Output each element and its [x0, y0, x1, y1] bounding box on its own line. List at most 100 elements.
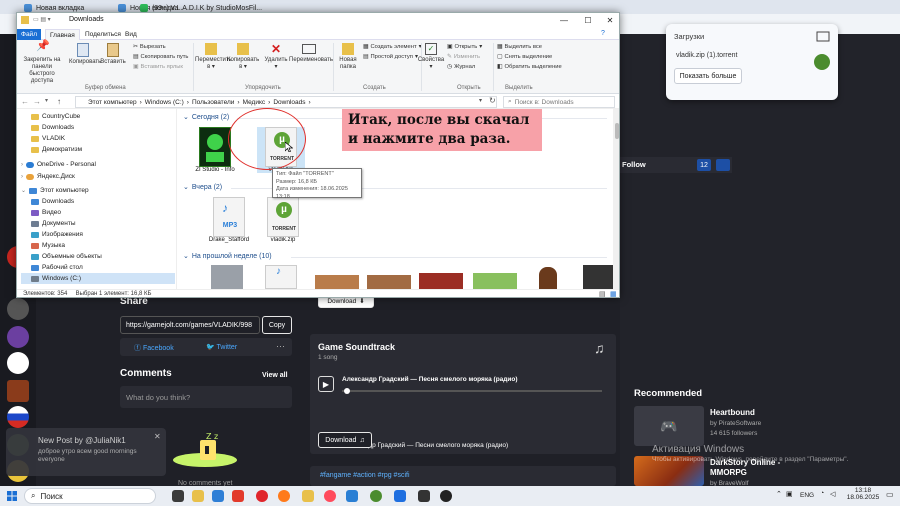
facebook-share-link[interactable]: ⓕ Facebook	[134, 343, 174, 353]
store-taskbar-icon[interactable]	[212, 490, 224, 502]
file-item[interactable]: µ TORRENT vladik.zip	[259, 197, 307, 243]
forward-arrow-icon[interactable]: →	[33, 97, 41, 106]
mp3-file-icon[interactable]: ♪	[265, 265, 297, 289]
follow-bar[interactable]: Follow 12	[620, 157, 732, 173]
properties-button[interactable]: ✓ Свойства ▾	[417, 43, 445, 71]
task-view-icon[interactable]	[172, 490, 184, 502]
opera-gx-taskbar-icon[interactable]	[324, 490, 336, 502]
large-icons-view-icon[interactable]: ▦	[610, 290, 617, 297]
invert-selection-button[interactable]: ◧ Обратить выделение	[497, 64, 562, 70]
tab-share[interactable]: Поделиться	[81, 29, 125, 40]
copy-button[interactable]: Copy	[262, 316, 292, 334]
easy-access-button[interactable]: ▤ Простой доступ ▾	[363, 54, 418, 60]
recent-dropdown-icon[interactable]: ▾	[45, 97, 48, 104]
edit-button[interactable]: ✎ Изменить	[447, 54, 480, 60]
file-thumbnail[interactable]	[419, 273, 463, 289]
app-taskbar-icon[interactable]	[394, 490, 406, 502]
nav-item-onedrive[interactable]: › OneDrive - Personal	[21, 159, 96, 170]
up-arrow-icon[interactable]: ↑	[57, 97, 61, 106]
vertical-scrollbar[interactable]	[613, 109, 619, 289]
search-input[interactable]: ⌕ Поиск в: Downloads	[503, 96, 615, 108]
group-header-last-week[interactable]: ⌄ На прошлой неделе (10)	[183, 252, 272, 261]
copy-path-button[interactable]: ▤ Скопировать путь	[133, 54, 188, 60]
track-progress-knob[interactable]	[344, 388, 350, 394]
network-icon[interactable]: ▣	[786, 490, 793, 498]
opera-taskbar-icon[interactable]	[256, 490, 268, 502]
sidebar-game-avatar[interactable]	[7, 406, 29, 428]
tray-chevron-icon[interactable]: ⌃	[776, 490, 782, 498]
sidebar-game-avatar[interactable]	[7, 380, 29, 402]
yandex-taskbar-icon[interactable]	[232, 490, 244, 502]
delete-button[interactable]: ✕ Удалить ▾	[263, 43, 289, 71]
file-thumbnail[interactable]	[473, 273, 517, 289]
folder-icon[interactable]	[816, 30, 830, 42]
file-thumbnail[interactable]	[211, 265, 243, 289]
wifi-icon[interactable]: ◔	[820, 490, 824, 497]
cut-button[interactable]: ✂ Вырезать	[133, 44, 166, 50]
windows-start-icon[interactable]	[7, 491, 17, 501]
sidebar-game-avatar[interactable]	[7, 326, 29, 348]
folder-taskbar-icon[interactable]	[302, 490, 314, 502]
nav-item[interactable]: Изображения	[31, 229, 83, 240]
copy-to-button[interactable]: Копировать в ▾	[227, 43, 259, 71]
nav-item[interactable]: Видео	[31, 207, 61, 218]
tab-home[interactable]: Главная	[45, 29, 80, 40]
nav-item[interactable]: Музыка	[31, 240, 65, 251]
notification-center-icon[interactable]: ▭	[886, 490, 894, 499]
utorrent-taskbar-icon[interactable]	[370, 490, 382, 502]
recommended-item-title[interactable]: Heartbound	[710, 408, 755, 417]
rename-button[interactable]: Переименовать	[289, 43, 333, 64]
track-progress-bar[interactable]	[342, 390, 602, 392]
nav-item-windows-c[interactable]: Windows (C:)	[21, 273, 175, 284]
close-button[interactable]: ✕	[601, 15, 619, 26]
soundtrack-download-button[interactable]: Download ♫	[318, 432, 372, 448]
nav-item[interactable]: Рабочий стол	[31, 262, 83, 273]
view-all-comments-link[interactable]: View all	[262, 372, 288, 379]
nav-item[interactable]: Документы	[31, 218, 76, 229]
copy-button[interactable]: Копировать	[69, 43, 101, 66]
play-button[interactable]: ▶	[318, 376, 334, 392]
twitter-share-link[interactable]: 🐦 Twitter	[206, 343, 237, 351]
select-all-button[interactable]: ▦ Выделить все	[497, 44, 542, 50]
share-url-input[interactable]: https://gamejolt.com/games/VLADIK/998	[120, 316, 260, 334]
show-more-button[interactable]: Показать больше	[674, 68, 742, 84]
group-header-yesterday[interactable]: ⌄ Вчера (2)	[183, 183, 222, 192]
file-thumbnail[interactable]	[539, 267, 557, 289]
file-explorer-taskbar-icon[interactable]	[192, 490, 204, 502]
move-to-button[interactable]: Переместить в ▾	[195, 43, 232, 71]
download-filename[interactable]: vladik.zip (1).torrent	[676, 52, 737, 59]
file-thumbnail[interactable]	[367, 275, 411, 289]
address-path[interactable]: Этот компьютер › Windows (C:) › Пользовате…	[75, 96, 497, 108]
taskbar-search[interactable]: ⌕ Поиск	[24, 488, 156, 504]
open-button[interactable]: ▣ Открыть ▾	[447, 44, 482, 50]
nav-item[interactable]: Демократизм	[31, 144, 82, 155]
maximize-button[interactable]: ☐	[579, 15, 597, 26]
app-taskbar-icon[interactable]	[418, 490, 430, 502]
recommended-item-author[interactable]: by PirateSoftware	[710, 420, 761, 427]
pin-button[interactable]: 📌 Закрепить на панели быстрого доступа	[19, 41, 65, 85]
nav-item[interactable]: Downloads	[31, 196, 74, 207]
clock[interactable]: 13:18 18.06.2025	[846, 487, 880, 501]
history-button[interactable]: ◷ Журнал	[447, 64, 475, 70]
new-item-button[interactable]: ▦Создать элемент ▾	[363, 44, 422, 50]
sidebar-game-avatar[interactable]	[7, 352, 29, 374]
new-folder-button[interactable]: Новая папка	[335, 43, 361, 71]
language-indicator[interactable]: ENG	[800, 492, 814, 499]
details-view-icon[interactable]: ▤	[599, 290, 606, 297]
help-icon[interactable]: ?	[601, 30, 605, 37]
tag-links[interactable]: #fangame #action #rpg #scifi	[320, 472, 410, 479]
explorer-titlebar[interactable]: ▭ ▤ ▾ Downloads — ☐ ✕	[17, 13, 619, 28]
nav-item-yandex-disk[interactable]: › Яндекс.Диск	[21, 171, 75, 182]
quick-access-toolbar[interactable]: ▭ ▤ ▾	[33, 16, 63, 24]
refresh-icon[interactable]: ↻	[489, 96, 496, 105]
comment-input[interactable]: What do you think?	[120, 386, 292, 408]
vscode-taskbar-icon[interactable]	[346, 490, 358, 502]
nav-item[interactable]: CountryCube	[31, 111, 80, 122]
back-arrow-icon[interactable]: ←	[21, 97, 29, 106]
nav-item[interactable]: Объемные объекты	[31, 251, 102, 262]
paste-shortcut-button[interactable]: ▣ Вставить ярлык	[133, 64, 183, 70]
group-header-today[interactable]: ⌄ Сегодня (2)	[183, 113, 229, 122]
address-dropdown-icon[interactable]: ▾	[479, 97, 482, 104]
file-item[interactable]: ♪ MP3 Drake_Stafford	[205, 197, 253, 243]
volume-icon[interactable]: ◁	[830, 490, 835, 498]
